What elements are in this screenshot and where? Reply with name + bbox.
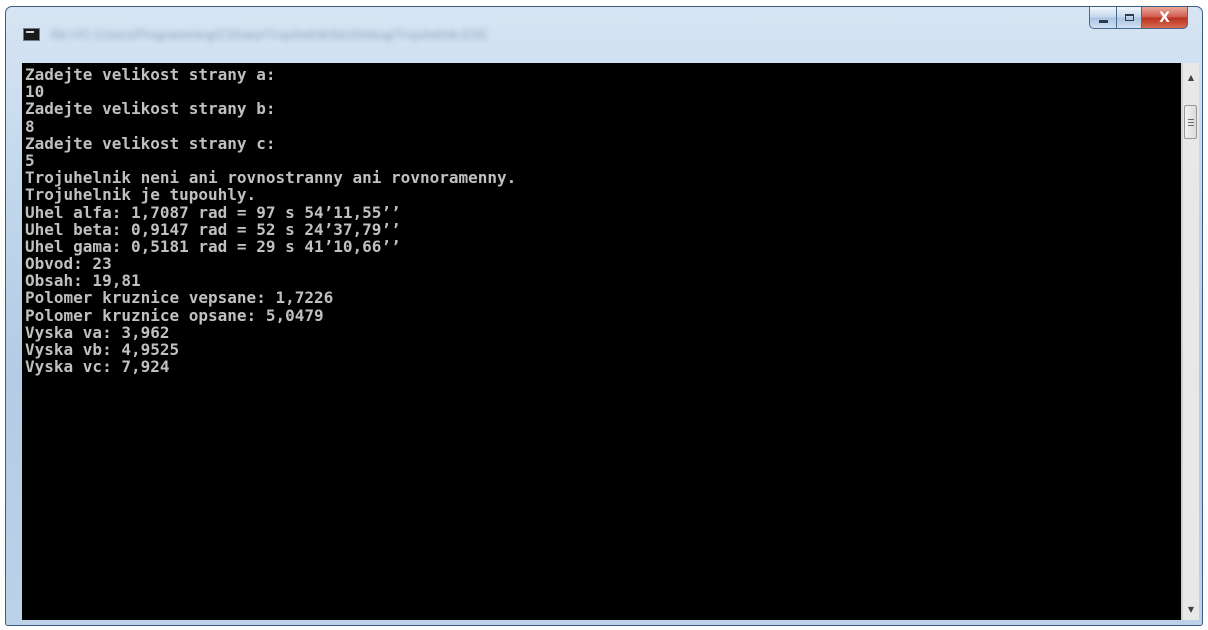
console-line: 10 xyxy=(25,82,45,102)
console-line: Obvod: 23 xyxy=(25,254,112,274)
scroll-up-arrow-icon[interactable]: ▲ xyxy=(1183,69,1199,86)
console-line: Vyska vb: 4,9525 xyxy=(25,340,180,359)
console-line: Zadejte velikost strany a: xyxy=(25,65,276,84)
window-title: file:///C:/Users/Programming/CSharp/Troj… xyxy=(51,27,488,42)
grip-icon xyxy=(1187,118,1194,126)
console-line: Zadejte velikost strany c: xyxy=(25,133,276,153)
minimize-icon xyxy=(1098,20,1108,23)
console-line: Polomer kruznice opsane: 5,0479 xyxy=(25,305,324,325)
console-line: 8 xyxy=(25,116,35,136)
scroll-down-arrow-icon[interactable]: ▼ xyxy=(1183,601,1199,618)
console-line: Uhel alfa: 1,7087 rad = 97 s 54’11,55’’ xyxy=(25,202,401,222)
console-line: Uhel gama: 0,5181 rad = 29 s 41’10,66’’ xyxy=(25,236,401,256)
console-line: Polomer kruznice vepsane: 1,7226 xyxy=(25,288,334,308)
console-line: Obsah: 19,81 xyxy=(25,271,141,291)
console-output[interactable]: Zadejte velikost strany a: 10 Zadejte ve… xyxy=(22,63,1181,620)
console-line: Vyska vc: 7,924 xyxy=(25,357,170,377)
maximize-button[interactable] xyxy=(1116,7,1142,29)
close-icon: X xyxy=(1159,9,1170,26)
scrollbar-thumb[interactable] xyxy=(1184,105,1197,139)
console-line: Vyska va: 3,962 xyxy=(25,322,170,342)
minimize-button[interactable] xyxy=(1089,7,1116,29)
console-line: Trojuhelnik je tupouhly. xyxy=(25,185,257,205)
console-line: Trojuhelnik neni ani rovnostranny ani ro… xyxy=(25,168,517,188)
window-controls: X xyxy=(1089,7,1188,29)
console-window: file:///C:/Users/Programming/CSharp/Troj… xyxy=(5,6,1203,626)
console-lines: Zadejte velikost strany a: 10 Zadejte ve… xyxy=(22,63,1181,377)
console-app-icon[interactable] xyxy=(23,28,40,41)
console-line: Zadejte velikost strany b: xyxy=(25,99,276,119)
close-button[interactable]: X xyxy=(1142,7,1188,29)
console-line: Uhel beta: 0,9147 rad = 52 s 24’37,79’’ xyxy=(25,219,401,239)
maximize-icon xyxy=(1124,14,1134,21)
console-line: 5 xyxy=(25,150,35,170)
vertical-scrollbar[interactable]: ▲ ▼ xyxy=(1182,63,1199,620)
title-bar[interactable]: file:///C:/Users/Programming/CSharp/Troj… xyxy=(6,7,1202,61)
